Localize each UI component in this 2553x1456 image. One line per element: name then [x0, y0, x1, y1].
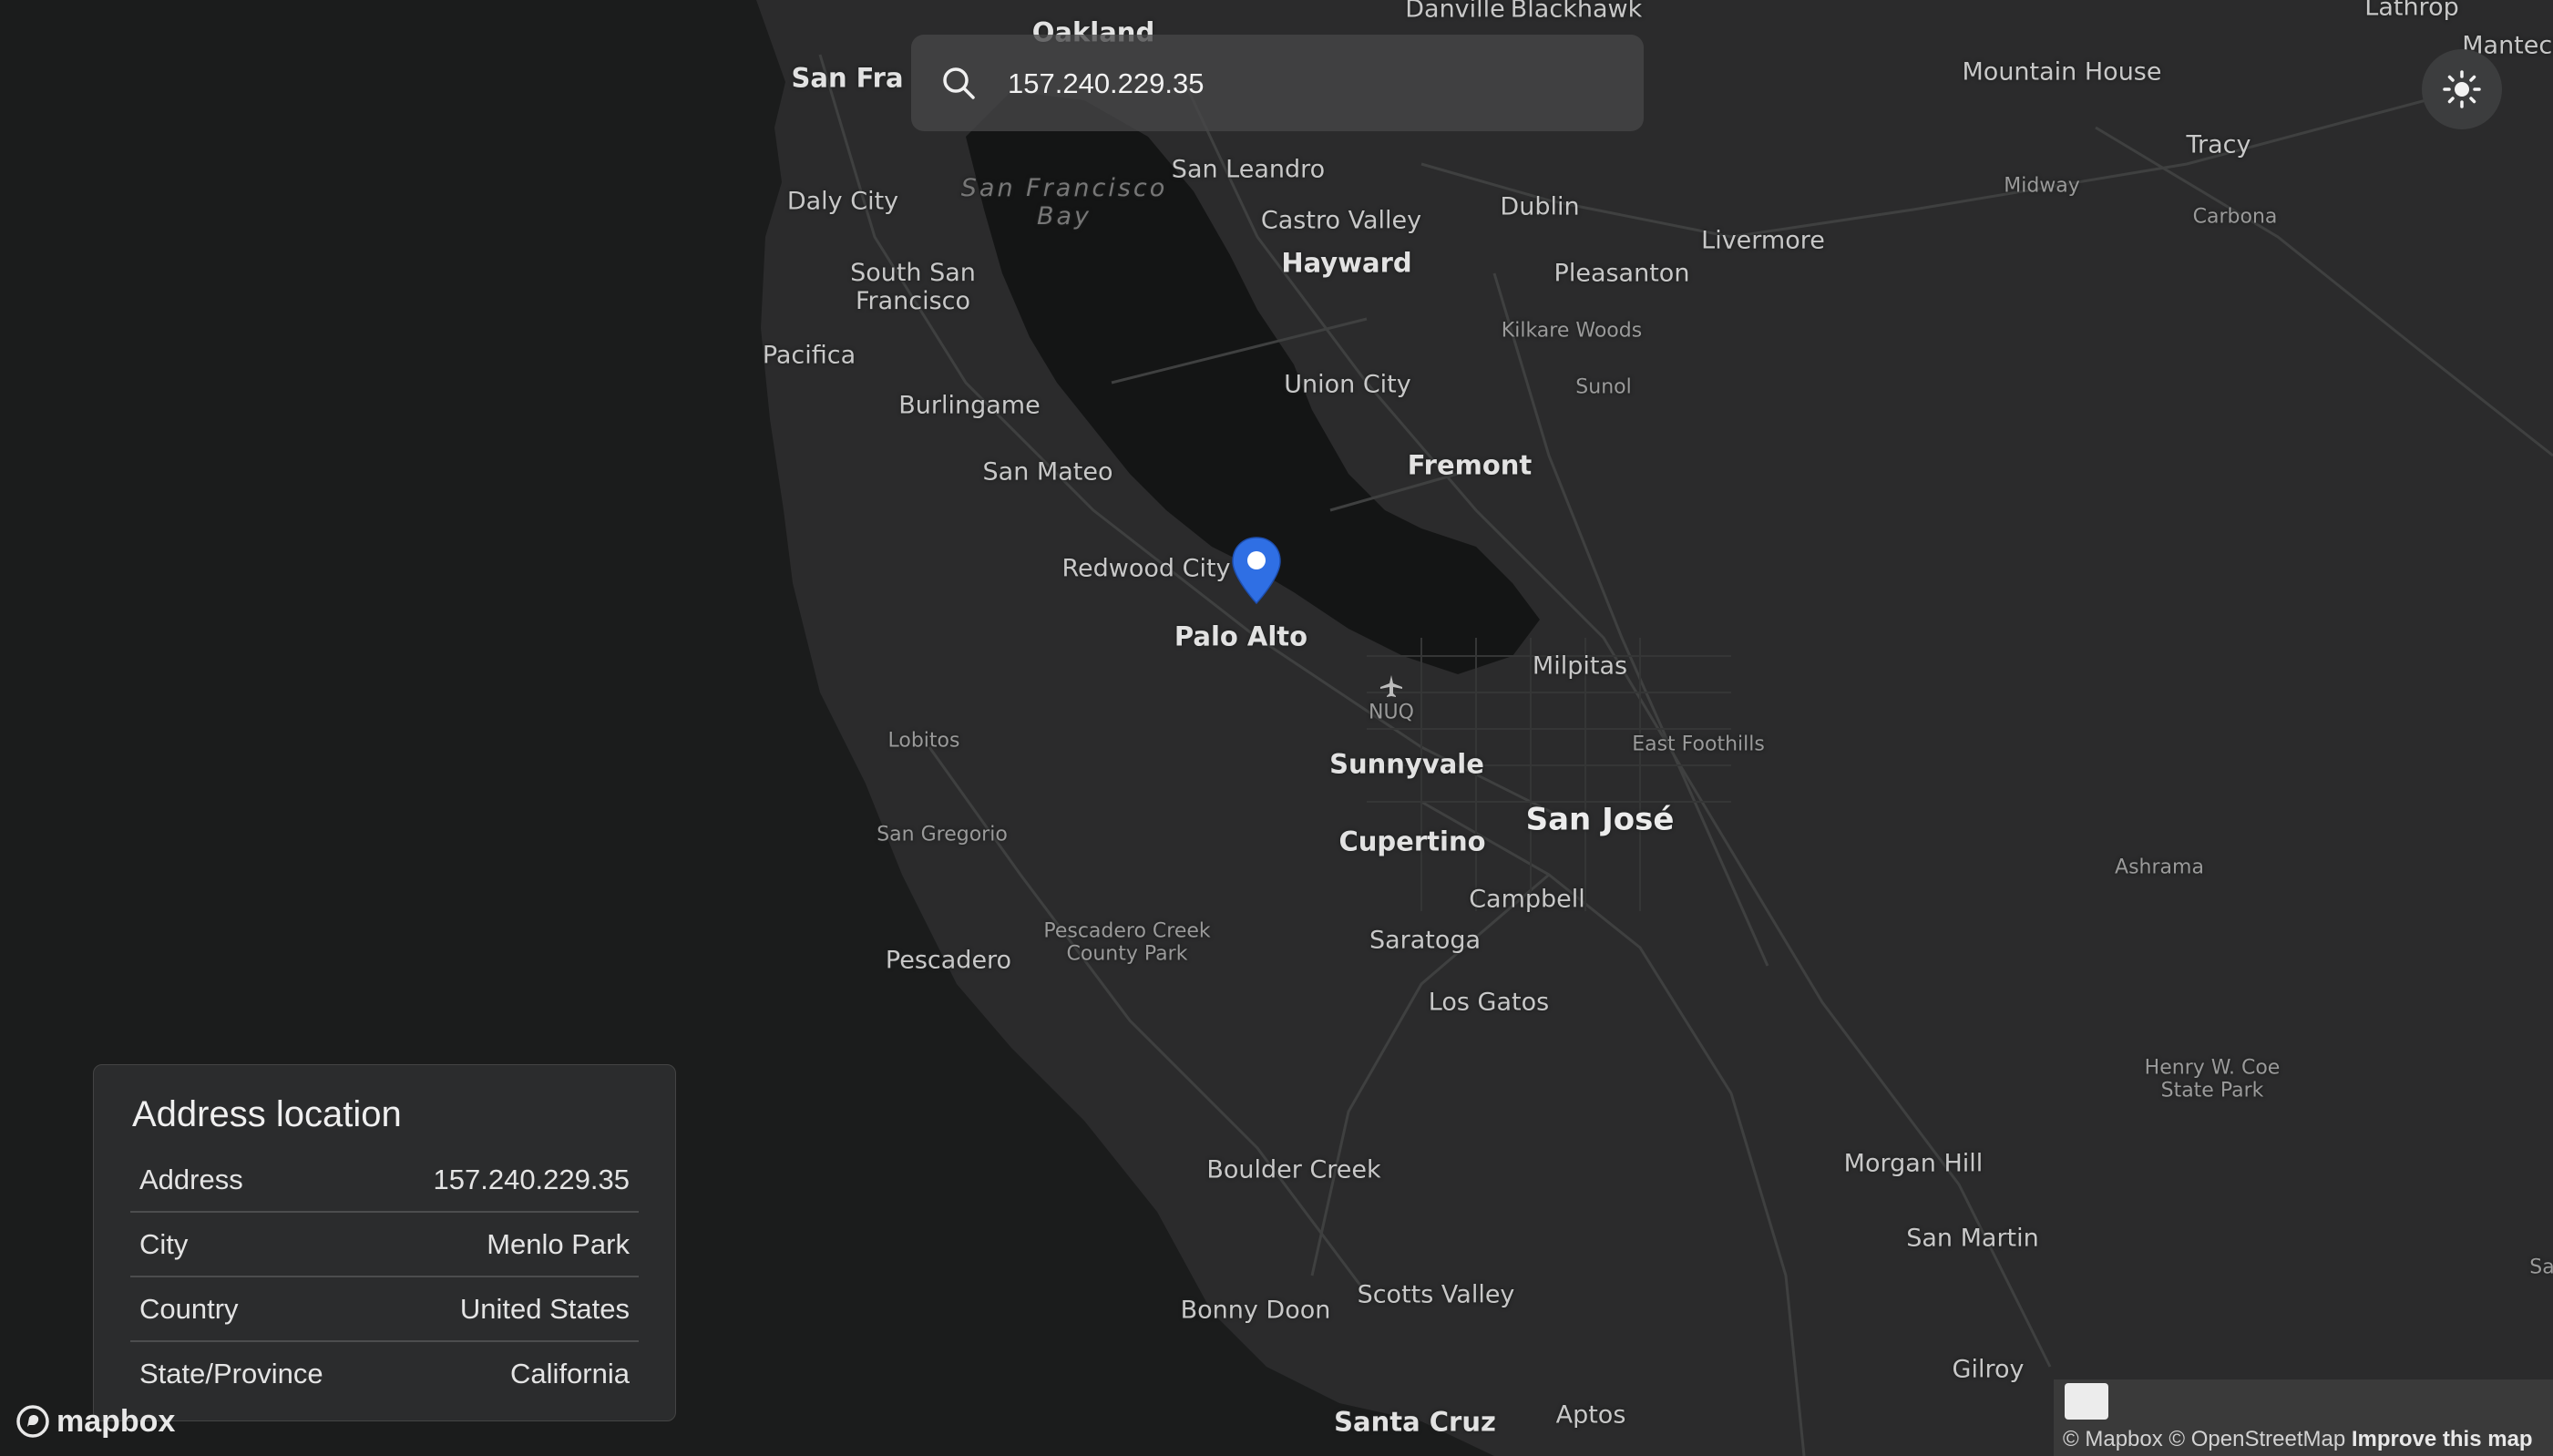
search-input[interactable] [1006, 56, 1611, 111]
theme-toggle-button[interactable] [2422, 49, 2502, 129]
place-label: Lobitos [887, 729, 960, 753]
address-location-panel: Address location Address 157.240.229.35 … [93, 1064, 676, 1421]
place-label: Dublin [1500, 192, 1580, 221]
place-label: Daly City [786, 187, 899, 216]
park-label: Henry W. Coe State Park [2144, 1056, 2281, 1102]
place-label: San Fra [791, 62, 904, 94]
row-value: United States [459, 1292, 630, 1325]
place-label: Santa Cruz [1334, 1406, 1496, 1438]
info-row-country: Country United States [130, 1277, 639, 1342]
row-value: California [510, 1357, 630, 1389]
sun-icon [2443, 70, 2481, 108]
improve-map-link[interactable]: Improve this map [2352, 1427, 2533, 1451]
place-label: Bonny Doon [1180, 1296, 1331, 1325]
mapbox-logo-icon [16, 1405, 49, 1438]
place-label: Sunnyvale [1329, 748, 1484, 780]
place-label: Lathrop [2364, 0, 2459, 22]
place-label: Castro Valley [1260, 206, 1422, 235]
place-label: Union City [1284, 370, 1411, 399]
row-label: City [139, 1227, 189, 1260]
row-value: Menlo Park [487, 1227, 630, 1260]
map-attribution: © Mapbox © OpenStreetMap Improve this ma… [2054, 1379, 2553, 1456]
place-label: Redwood City [1061, 554, 1231, 583]
panel-title: Address location [132, 1094, 402, 1134]
attribution-text: © Mapbox © OpenStreetMap Improve this ma… [2063, 1427, 2533, 1452]
attribution-toggle-button[interactable] [2065, 1383, 2108, 1420]
place-label: Boulder Creek [1206, 1155, 1381, 1184]
place-label: Pacifica [762, 341, 856, 370]
search-bar [911, 35, 1644, 131]
mapbox-logo[interactable]: mapbox [16, 1403, 175, 1440]
place-label: Los Gatos [1428, 988, 1550, 1017]
water-label: San Francisco Bay [960, 173, 1168, 231]
info-row-city: City Menlo Park [130, 1213, 639, 1277]
row-label: Country [139, 1292, 239, 1325]
place-label: Fremont [1407, 449, 1533, 481]
place-label: Kilkare Woods [1501, 319, 1643, 343]
mapbox-copyright-link[interactable]: © Mapbox [2063, 1427, 2163, 1451]
place-label: Burlingame [898, 391, 1041, 420]
place-label: Mountain House [1962, 57, 2162, 87]
place-label: Danville [1405, 0, 1505, 24]
place-label: South San Francisco [850, 258, 976, 315]
place-label: Sa [2529, 1256, 2553, 1279]
place-label: Livermore [1701, 226, 1825, 255]
place-label: Scotts Valley [1357, 1280, 1515, 1309]
row-label: State/Province [139, 1357, 323, 1389]
place-label: Hayward [1281, 247, 1412, 279]
airport-label: NUQ [1369, 701, 1414, 724]
search-icon [943, 67, 975, 99]
place-label: Saratoga [1369, 926, 1482, 955]
place-label: Pleasanton [1553, 259, 1690, 288]
place-label: Sunol [1575, 375, 1632, 399]
row-value: 157.240.229.35 [433, 1163, 631, 1195]
park-label: Pescadero Creek County Park [1043, 919, 1211, 966]
place-label: Morgan Hill [1843, 1149, 1984, 1178]
place-label: East Foothills [1632, 733, 1765, 756]
place-label: San Martin [1906, 1224, 2039, 1253]
place-label: San Gregorio [877, 823, 1008, 846]
place-label: Ashrama [2115, 856, 2204, 879]
row-label: Address [139, 1163, 243, 1195]
place-label: Milpitas [1532, 651, 1628, 681]
place-label: Blackhawk [1510, 0, 1643, 24]
place-label: Midway [2004, 174, 2080, 198]
place-label: Tracy [2186, 130, 2251, 159]
info-row-address: Address 157.240.229.35 [130, 1148, 639, 1213]
place-label: Palo Alto [1174, 620, 1308, 652]
location-pin-icon[interactable] [1230, 536, 1283, 607]
place-label: San Mateo [982, 457, 1113, 487]
place-label: Cupertino [1338, 825, 1486, 857]
place-label: San Leandro [1171, 155, 1326, 184]
place-label: Campbell [1469, 885, 1585, 914]
airport-icon [1380, 675, 1402, 697]
osm-copyright-link[interactable]: © OpenStreetMap [2169, 1427, 2345, 1451]
place-label: San José [1525, 801, 1675, 838]
place-label: Gilroy [1952, 1355, 2025, 1384]
place-label: Aptos [1555, 1400, 1626, 1430]
place-label: Pescadero [885, 946, 1012, 975]
mapbox-logo-text: mapbox [56, 1403, 176, 1439]
info-row-state: State/Province California [130, 1342, 639, 1405]
place-label: Carbona [2192, 205, 2278, 229]
